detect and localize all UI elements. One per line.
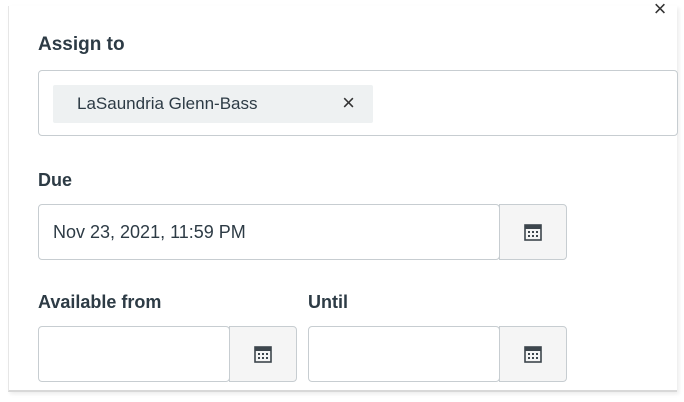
available-from-label: Available from — [38, 292, 162, 312]
assign-to-label: Assign to — [38, 34, 125, 55]
until-calendar-button[interactable] — [499, 326, 567, 382]
assignee-token[interactable]: LaSaundria Glenn-Bass × — [53, 85, 373, 123]
due-date-input[interactable]: Nov 23, 2021, 11:59 PM — [38, 204, 500, 260]
until-label: Until — [308, 292, 348, 312]
assign-to-field[interactable]: LaSaundria Glenn-Bass × — [38, 70, 678, 136]
due-calendar-button[interactable] — [499, 204, 567, 260]
due-date-value: Nov 23, 2021, 11:59 PM — [53, 221, 246, 242]
remove-assignee-icon[interactable]: × — [342, 91, 355, 115]
available-from-input[interactable] — [38, 326, 230, 382]
assignee-name: LaSaundria Glenn-Bass — [77, 94, 258, 113]
due-label: Due — [38, 170, 73, 190]
available-from-calendar-button[interactable] — [229, 326, 297, 382]
close-icon[interactable]: × — [648, 0, 672, 24]
calendar-icon — [524, 346, 542, 363]
calendar-icon — [254, 346, 272, 363]
calendar-icon — [524, 224, 542, 241]
until-input[interactable] — [308, 326, 500, 382]
